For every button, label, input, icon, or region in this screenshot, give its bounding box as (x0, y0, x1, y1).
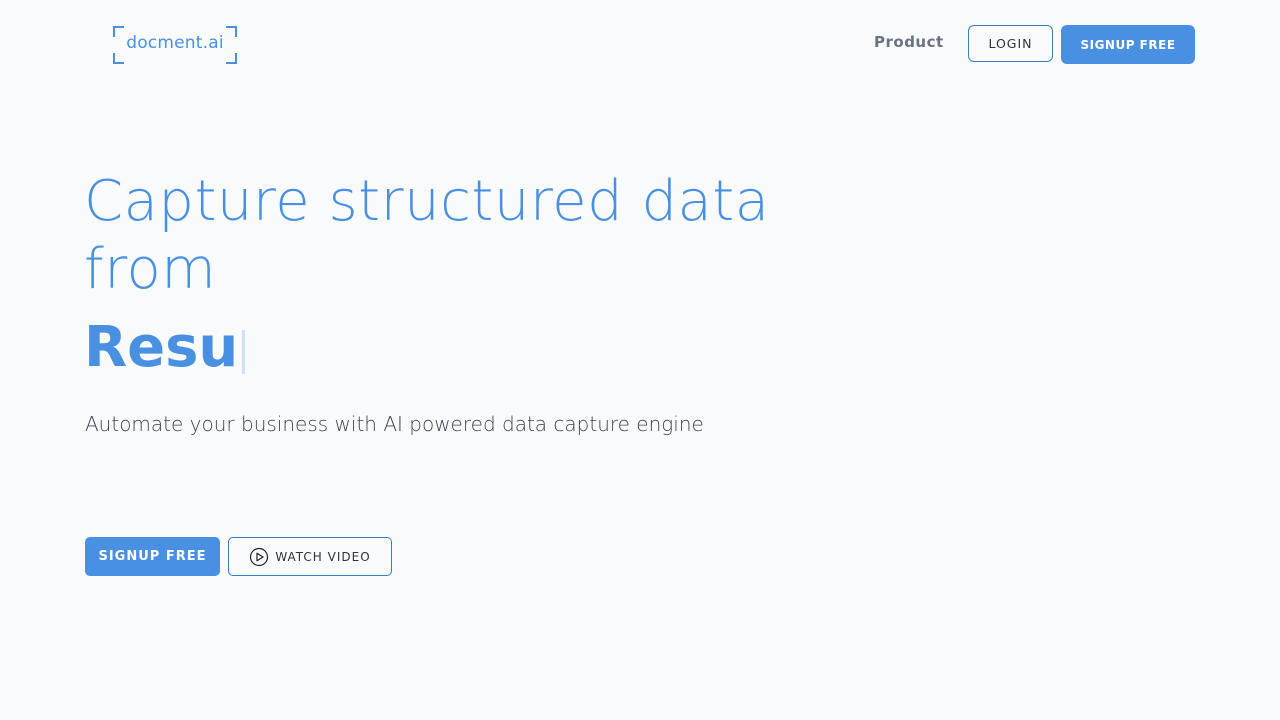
nav-product-link[interactable]: Product (874, 33, 944, 51)
logo[interactable]: docment.ai (113, 26, 237, 64)
logo-text: docment.ai (126, 33, 224, 53)
watch-video-button[interactable]: WATCH VIDEO (228, 537, 392, 576)
logo-bracket-bottom-left (113, 53, 124, 64)
landing-page: docment.ai Product LOGIN SIGNUP FREE Cap… (0, 0, 1280, 720)
play-circle-icon (249, 547, 269, 567)
hero-signup-button[interactable]: SIGNUP FREE (85, 537, 220, 576)
login-button[interactable]: LOGIN (968, 25, 1053, 62)
typed-word-line: Resu (84, 312, 246, 382)
logo-bracket-bottom-right (226, 53, 237, 64)
hero-title: Capture structured data from (84, 169, 770, 302)
hero-subtitle: Automate your business with AI powered d… (85, 412, 704, 436)
typed-word: Resu (84, 314, 239, 380)
typing-cursor (242, 330, 246, 374)
header-signup-button[interactable]: SIGNUP FREE (1061, 25, 1195, 64)
watch-video-label: WATCH VIDEO (275, 549, 371, 564)
